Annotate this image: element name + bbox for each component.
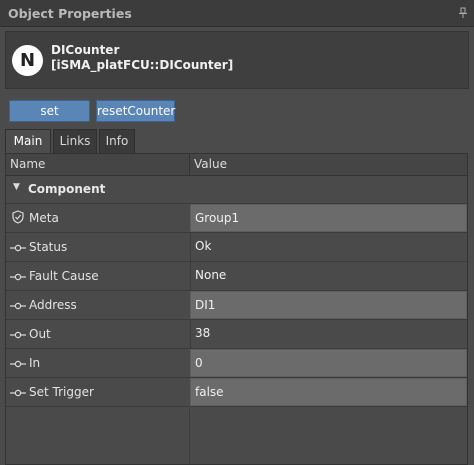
- property-row-fault-cause[interactable]: Fault Cause None: [6, 262, 467, 291]
- slot-icon: [10, 329, 26, 339]
- property-value: None: [195, 268, 227, 282]
- pin-icon[interactable]: [458, 7, 468, 19]
- group-row-component[interactable]: ▼ Component: [6, 176, 467, 204]
- property-value: false: [195, 385, 224, 399]
- object-properties-panel: Object Properties N DICounter [iSMA_plat…: [0, 0, 474, 465]
- property-value-field: None: [190, 262, 468, 290]
- property-row-address[interactable]: Address DI1: [6, 291, 467, 320]
- property-row-out[interactable]: Out 38: [6, 320, 467, 349]
- property-name: Address: [29, 298, 77, 312]
- shield-icon: [10, 210, 26, 224]
- slot-icon: [10, 387, 26, 397]
- property-name: Set Trigger: [29, 385, 94, 399]
- column-header-value[interactable]: Value: [194, 157, 227, 171]
- property-row-status[interactable]: Status Ok: [6, 233, 467, 262]
- property-name: In: [29, 356, 41, 370]
- set-button[interactable]: set: [9, 100, 90, 122]
- tab-main[interactable]: Main: [5, 129, 51, 154]
- object-name: DICounter: [51, 43, 120, 57]
- property-value-field: 38: [190, 320, 468, 348]
- property-value-field[interactable]: 0: [190, 349, 467, 377]
- group-label: Component: [28, 182, 106, 196]
- panel-titlebar: Object Properties: [0, 0, 474, 27]
- column-divider[interactable]: [189, 154, 190, 175]
- reset-counter-button[interactable]: resetCounter: [96, 100, 175, 122]
- property-name: Out: [29, 327, 51, 341]
- tab-info[interactable]: Info: [99, 129, 135, 153]
- tab-links[interactable]: Links: [53, 129, 97, 153]
- column-header-name[interactable]: Name: [10, 157, 45, 171]
- property-name: Fault Cause: [29, 269, 99, 283]
- caret-down-icon[interactable]: ▼: [13, 182, 20, 192]
- object-type: [iSMA_platFCU::DICounter]: [51, 58, 234, 72]
- slot-icon: [10, 358, 26, 368]
- property-value: DI1: [195, 298, 216, 312]
- property-value-field[interactable]: Group1: [190, 204, 467, 232]
- property-value: 38: [195, 326, 211, 340]
- slot-icon: [10, 242, 26, 252]
- property-name: Status: [29, 240, 68, 254]
- property-value-field: Ok: [190, 233, 468, 261]
- property-value: Group1: [195, 211, 240, 225]
- object-header: N DICounter [iSMA_platFCU::DICounter]: [5, 31, 469, 89]
- property-row-set-trigger[interactable]: Set Trigger false: [6, 378, 467, 407]
- property-value-field[interactable]: false: [190, 378, 467, 406]
- property-value: 0: [195, 356, 203, 370]
- column-divider-line: [189, 409, 190, 464]
- property-value-field[interactable]: DI1: [190, 291, 467, 319]
- panel-title: Object Properties: [8, 6, 132, 21]
- property-value: Ok: [195, 239, 212, 253]
- slot-icon: [10, 300, 26, 310]
- property-name: Meta: [29, 211, 59, 225]
- property-row-meta[interactable]: Meta Group1: [6, 204, 467, 233]
- property-row-in[interactable]: In 0: [6, 349, 467, 378]
- niagara-logo-icon: N: [12, 45, 43, 76]
- slot-icon: [10, 271, 26, 281]
- grid-header: Name Value: [6, 154, 467, 176]
- property-grid: Name Value ▼ Component Meta Group1 Statu…: [5, 153, 468, 465]
